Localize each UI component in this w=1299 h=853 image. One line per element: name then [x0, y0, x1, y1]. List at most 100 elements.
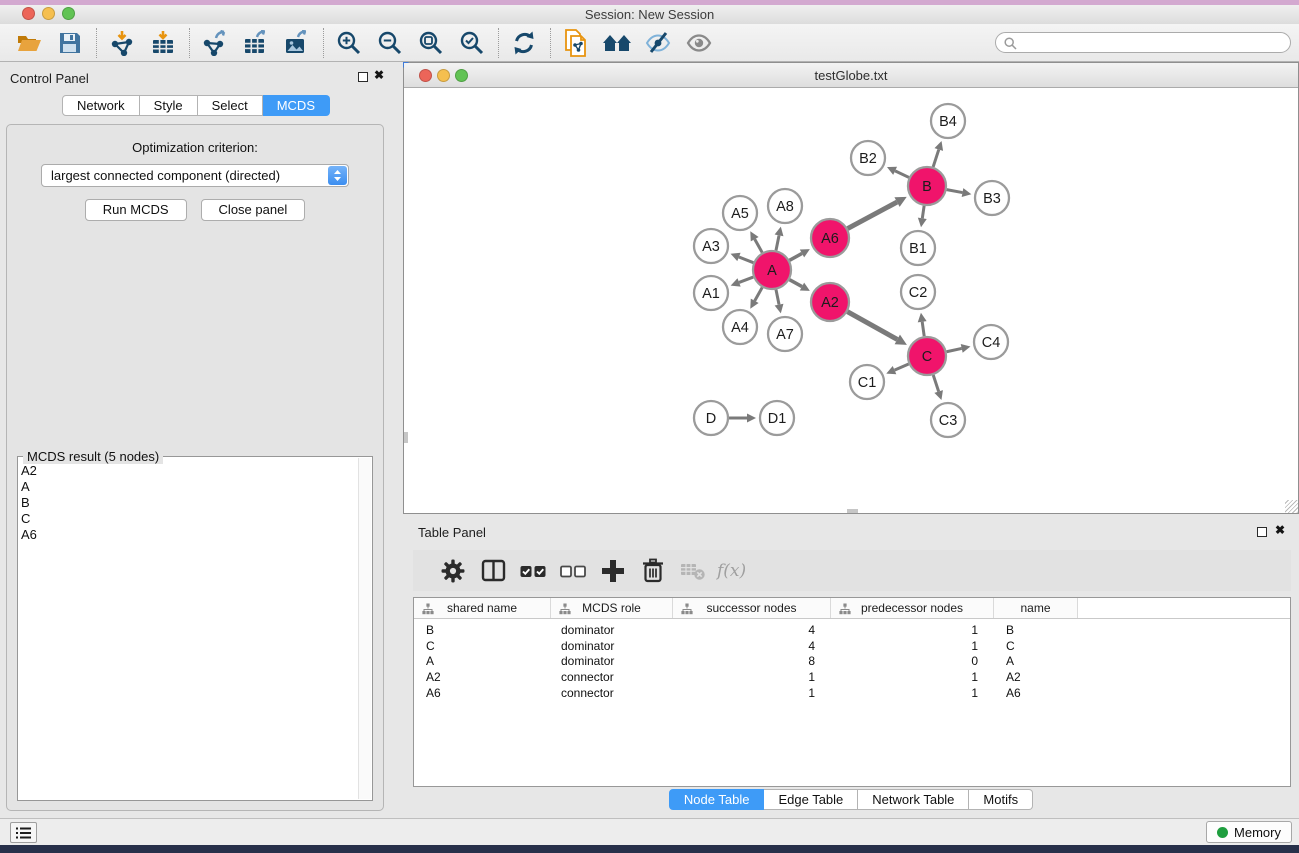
edge-A-A8[interactable]: [776, 235, 779, 250]
zoom-fit-icon[interactable]: [414, 27, 448, 59]
float-panel-icon[interactable]: [358, 72, 368, 82]
canvas-horizontal-scroll-thumb[interactable]: [847, 509, 858, 513]
memory-button[interactable]: Memory: [1206, 821, 1292, 843]
edge-B-B1[interactable]: [922, 206, 924, 219]
tab-mcds[interactable]: MCDS: [263, 95, 330, 116]
edge-C-C4[interactable]: [947, 348, 962, 351]
result-item[interactable]: C: [21, 511, 356, 527]
maximize-view-button[interactable]: [455, 69, 468, 82]
graph-node-A[interactable]: A: [753, 251, 791, 289]
graph-node-A3[interactable]: A3: [694, 229, 728, 263]
refresh-icon[interactable]: [507, 27, 541, 59]
close-window-button[interactable]: [22, 7, 35, 20]
edge-A-A2[interactable]: [790, 280, 802, 287]
graph-node-B1[interactable]: B1: [901, 231, 935, 265]
canvas-vertical-scroll-thumb[interactable]: [404, 432, 408, 443]
close-panel-button[interactable]: Close panel: [201, 199, 306, 221]
graph-node-A7[interactable]: A7: [768, 317, 802, 351]
column-header-shared_name[interactable]: shared name: [414, 598, 551, 618]
add-row-icon[interactable]: [593, 554, 633, 588]
export-image-icon[interactable]: [280, 27, 314, 59]
edge-A-A7[interactable]: [776, 290, 779, 305]
tab-motifs[interactable]: Motifs: [969, 789, 1033, 810]
column-header-successor_nodes[interactable]: successor nodes: [673, 598, 831, 618]
graph-node-B4[interactable]: B4: [931, 104, 965, 138]
close-table-panel-icon[interactable]: ✖: [1275, 523, 1285, 537]
graph-node-A2[interactable]: A2: [811, 283, 849, 321]
graph-node-A1[interactable]: A1: [694, 276, 728, 310]
table-row[interactable]: A6connector11A6: [414, 685, 1290, 701]
run-mcds-button[interactable]: Run MCDS: [85, 199, 187, 221]
network-document-icon[interactable]: [559, 27, 593, 59]
result-item[interactable]: A2: [21, 463, 356, 479]
search-field[interactable]: [995, 32, 1291, 53]
graph-node-D1[interactable]: D1: [760, 401, 794, 435]
graph-node-B3[interactable]: B3: [975, 181, 1009, 215]
graph-node-A5[interactable]: A5: [723, 196, 757, 230]
graph-node-B[interactable]: B: [908, 167, 946, 205]
table-row[interactable]: Bdominator41B: [414, 622, 1290, 638]
task-history-button[interactable]: [10, 822, 37, 843]
float-table-panel-icon[interactable]: [1257, 527, 1267, 537]
tab-edge-table[interactable]: Edge Table: [764, 789, 858, 810]
edge-C-C3[interactable]: [933, 375, 938, 391]
tab-network[interactable]: Network: [62, 95, 140, 116]
result-item[interactable]: A6: [21, 527, 356, 543]
import-network-icon[interactable]: [105, 27, 139, 59]
column-header-predecessor_nodes[interactable]: predecessor nodes: [831, 598, 994, 618]
resize-grip-icon[interactable]: [1285, 500, 1298, 513]
select-checkboxes-icon[interactable]: [513, 554, 553, 588]
graph-node-C[interactable]: C: [908, 337, 946, 375]
zoom-selected-icon[interactable]: [455, 27, 489, 59]
tab-network-table[interactable]: Network Table: [858, 789, 969, 810]
edge-A-A5[interactable]: [755, 239, 763, 252]
table-settings-icon[interactable]: [433, 554, 473, 588]
network-canvas[interactable]: B4B2BB3A8A5A6A3B1AC2A1A2A4A7C4CC1DD1C3: [404, 89, 1298, 513]
tab-node-table[interactable]: Node Table: [669, 789, 765, 810]
graph-node-A4[interactable]: A4: [723, 310, 757, 344]
delete-row-icon[interactable]: [633, 554, 673, 588]
edge-C-C1[interactable]: [895, 364, 909, 370]
tab-style[interactable]: Style: [140, 95, 198, 116]
export-table-icon[interactable]: [239, 27, 273, 59]
eye-slash-icon[interactable]: [641, 27, 675, 59]
search-input[interactable]: [1022, 35, 1272, 50]
graph-node-D[interactable]: D: [694, 401, 728, 435]
edge-A-A4[interactable]: [755, 287, 763, 300]
export-network-icon[interactable]: [198, 27, 232, 59]
graph-node-C3[interactable]: C3: [931, 403, 965, 437]
minimize-view-button[interactable]: [437, 69, 450, 82]
column-header-mcds_role[interactable]: MCDS role: [551, 598, 673, 618]
result-scrollbar[interactable]: [358, 458, 371, 799]
minimize-window-button[interactable]: [42, 7, 55, 20]
import-table-icon[interactable]: [146, 27, 180, 59]
graph-node-C4[interactable]: C4: [974, 325, 1008, 359]
mcds-result-list[interactable]: A2ABCA6: [21, 463, 356, 798]
column-header-name[interactable]: name: [994, 598, 1078, 618]
edge-A6-B[interactable]: [848, 202, 897, 228]
graph-node-A8[interactable]: A8: [768, 189, 802, 223]
open-file-icon[interactable]: [12, 27, 46, 59]
edge-B-B3[interactable]: [947, 190, 963, 193]
graph-node-C2[interactable]: C2: [901, 275, 935, 309]
zoom-out-icon[interactable]: [373, 27, 407, 59]
optimization-criterion-select[interactable]: largest connected component (directed): [41, 164, 349, 187]
close-panel-icon[interactable]: ✖: [374, 68, 384, 82]
table-row[interactable]: Cdominator41C: [414, 638, 1290, 654]
edge-B-B2[interactable]: [895, 171, 909, 178]
graph-node-C1[interactable]: C1: [850, 365, 884, 399]
zoom-in-icon[interactable]: [332, 27, 366, 59]
network-window-titlebar[interactable]: testGlobe.txt: [404, 63, 1298, 88]
edge-B-B4[interactable]: [933, 150, 939, 167]
table-row[interactable]: Adominator80A: [414, 653, 1290, 669]
graph-node-A6[interactable]: A6: [811, 219, 849, 257]
tab-select[interactable]: Select: [198, 95, 263, 116]
split-columns-icon[interactable]: [473, 554, 513, 588]
table-row[interactable]: A2connector11A2: [414, 669, 1290, 685]
save-session-icon[interactable]: [53, 27, 87, 59]
edge-A-A3[interactable]: [739, 257, 753, 263]
edge-A-A1[interactable]: [739, 277, 753, 282]
function-builder-icon[interactable]: f(x): [717, 561, 746, 581]
deselect-checkboxes-icon[interactable]: [553, 554, 593, 588]
edge-C-C2[interactable]: [922, 322, 924, 336]
